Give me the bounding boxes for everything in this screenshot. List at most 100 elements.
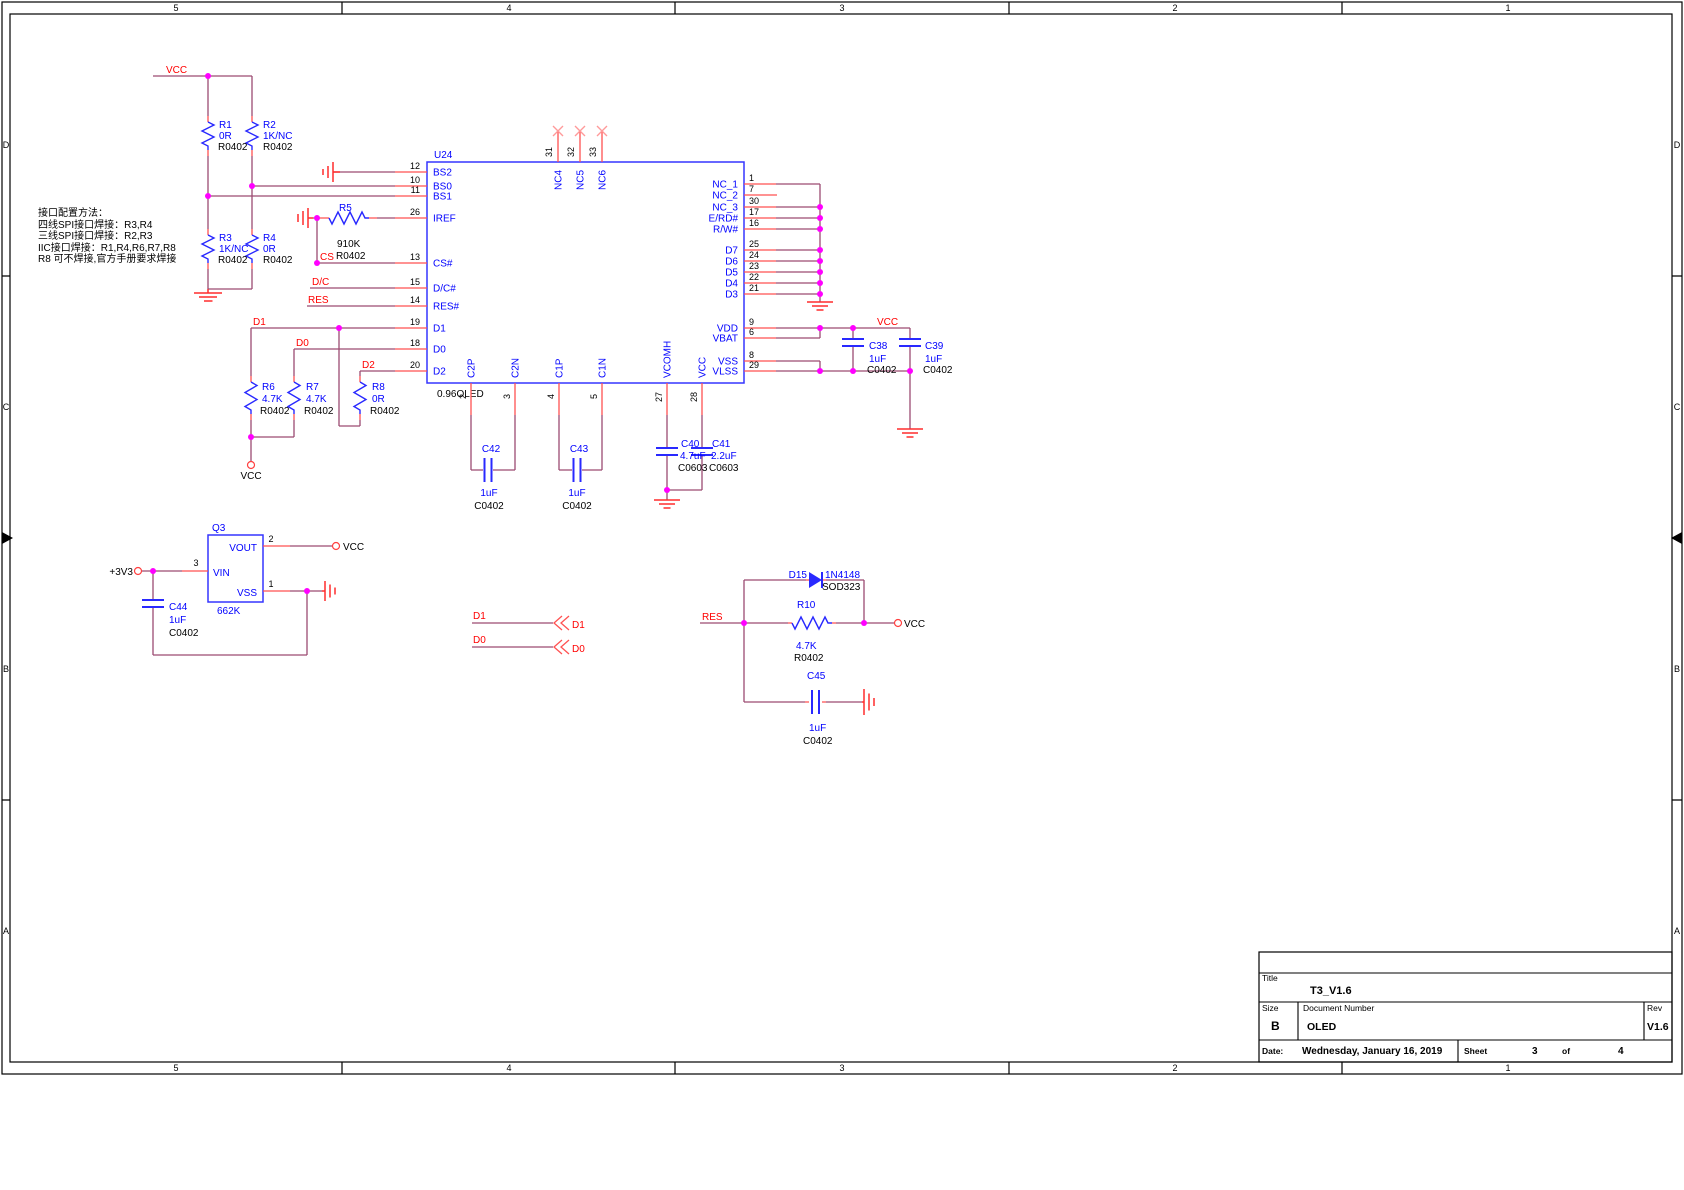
resistor-R7-symbol[interactable] (288, 382, 300, 414)
pin-number: 3 (193, 558, 198, 568)
sheet-title: T3_V1.6 (1310, 985, 1352, 997)
resistor-R8-symbol[interactable] (354, 382, 366, 414)
resistor-R10-symbol[interactable] (792, 617, 832, 629)
zone-row-label: D (1674, 140, 1681, 150)
capacitor-C42-symbol[interactable] (485, 458, 492, 482)
rev-value: V1.6 (1647, 1021, 1669, 1033)
capacitor-C39-symbol[interactable] (899, 339, 921, 346)
pin-name: VCOMH (663, 341, 674, 378)
pin-name: VIN (213, 568, 230, 579)
pin-number: 18 (410, 338, 420, 348)
pin-number: 1 (268, 579, 273, 589)
refdes: C40 (681, 439, 700, 450)
ic-U24[interactable]: U24 0.96OLED 12 10 11 26 13 15 14 19 18 … (395, 126, 777, 415)
docnum-value: OLED (1307, 1021, 1337, 1033)
size-label: Size (1262, 1003, 1279, 1013)
pin-number: 29 (749, 360, 759, 370)
zone-col-label: 3 (839, 1063, 844, 1073)
vdd-decoupling-network[interactable]: VCC C38 1uF C0402 C39 1uF C0402 (776, 317, 953, 437)
regulator-Q3[interactable]: Q3 662K VOUT VIN VSS 2 3 1 C44 1uF C0402… (109, 523, 364, 655)
ic-U24-body[interactable] (427, 162, 744, 383)
junction-dot (817, 325, 823, 331)
footprint: C0603 (709, 463, 739, 474)
net-label-d2: D2 (362, 360, 375, 371)
pin-name: D2 (433, 367, 446, 378)
pin-number: 8 (749, 350, 754, 360)
refdes: R2 (263, 120, 276, 131)
refdes: R5 (339, 203, 352, 214)
charge-pump-caps[interactable]: C42 1uF C0402 C43 1uF C0402 C40 4.7uF C0… (471, 415, 739, 512)
footprint: C0402 (169, 628, 199, 639)
footprint: C0603 (678, 463, 708, 474)
capacitor-C43-symbol[interactable] (574, 458, 581, 482)
value: 1uF (169, 615, 186, 626)
capacitor-C38-symbol[interactable] (842, 339, 864, 346)
value: 1uF (809, 723, 826, 734)
power-port-vcc[interactable] (333, 543, 340, 550)
note-line: R8 可不焊接,官方手册要求焊接 (38, 252, 176, 265)
value: 1K/NC (263, 131, 292, 142)
footprint: R0402 (794, 653, 824, 664)
value: 1uF (480, 488, 497, 499)
junction-dot (850, 368, 856, 374)
pin-number: 33 (588, 147, 598, 157)
sheet-of-label: of (1562, 1046, 1570, 1056)
right-bus-network[interactable] (776, 184, 833, 310)
pin-name: NC5 (576, 170, 587, 190)
diode-D15-symbol[interactable] (809, 572, 822, 588)
size-value: B (1271, 1019, 1280, 1033)
pin-number: 19 (410, 317, 420, 327)
note-line: 接口配置方法： (38, 206, 108, 219)
pin-name: D6 (725, 257, 738, 268)
junction-dot (817, 258, 823, 264)
power-port-vcc[interactable] (248, 462, 255, 469)
value: 1uF (869, 354, 886, 365)
data-line-pullups[interactable]: D1 D0 D2 R6 4.7K R0402 R7 4.7K R0402 R8 … (240, 317, 399, 482)
resistor-R3-symbol[interactable] (202, 235, 214, 263)
reset-network[interactable]: RES D15 1N4148 SOD323 R10 4.7K R0402 C45… (700, 570, 925, 747)
capacitor-C45-symbol[interactable] (812, 690, 819, 714)
pin-number: 17 (749, 207, 759, 217)
ground-symbol (194, 289, 222, 301)
zone-row-label: A (1674, 926, 1680, 936)
note-line: IIC接口焊接：R1,R4,R6,R7,R8 (38, 241, 176, 254)
pin-name: NC_2 (712, 191, 738, 202)
junction-dot (817, 291, 823, 297)
pin-name: C1P (555, 358, 566, 378)
refdes: C45 (807, 671, 826, 682)
resistor-R1-symbol[interactable] (202, 122, 214, 150)
bs-config-network[interactable]: VCC R1 0R R0402 R2 1K/NC R0402 R3 1K/NC … (153, 65, 395, 301)
zone-row-label: B (3, 664, 9, 674)
pin-number: 16 (749, 218, 759, 228)
refdes: R3 (219, 233, 232, 244)
footprint: C0402 (562, 501, 592, 512)
refdes: D15 (789, 570, 808, 581)
junction-dot (817, 269, 823, 275)
capacitor-C44-symbol[interactable] (142, 600, 164, 607)
offpage-connectors[interactable]: D1 D1 D0 D0 (472, 611, 585, 655)
zone-col-label: 4 (506, 1063, 511, 1073)
ground-symbol-r5 (298, 208, 313, 228)
offpage-chevron-icon[interactable] (554, 616, 569, 630)
zone-row-label: A (3, 926, 9, 936)
junction-dot (314, 215, 320, 221)
capacitor-C40-symbol[interactable] (656, 448, 678, 455)
pin-name: RES# (433, 302, 460, 313)
pin-number: 23 (749, 261, 759, 271)
value: 1uF (925, 354, 942, 365)
pin-name: C1N (598, 358, 609, 378)
iref-cs-dc-res-network[interactable]: R5 910K R0402 CS D/C RES (298, 203, 395, 306)
offpage-chevron-icon[interactable] (554, 640, 569, 654)
power-port-3v3[interactable] (135, 568, 142, 575)
pin-name: D3 (725, 290, 738, 301)
junction-dot (248, 434, 254, 440)
power-port-vcc[interactable] (895, 620, 902, 627)
footprint: C0402 (803, 736, 833, 747)
resistor-R2-symbol[interactable] (246, 122, 258, 150)
value: 0R (372, 394, 385, 405)
ground-symbol (897, 429, 923, 437)
refdes: C44 (169, 602, 188, 613)
zone-row-label: C (3, 402, 10, 412)
schematic-page: 5 4 3 2 1 5 4 3 2 1 D C B A D C B A 接口配置… (0, 0, 1684, 1190)
resistor-R6-symbol[interactable] (245, 382, 257, 414)
